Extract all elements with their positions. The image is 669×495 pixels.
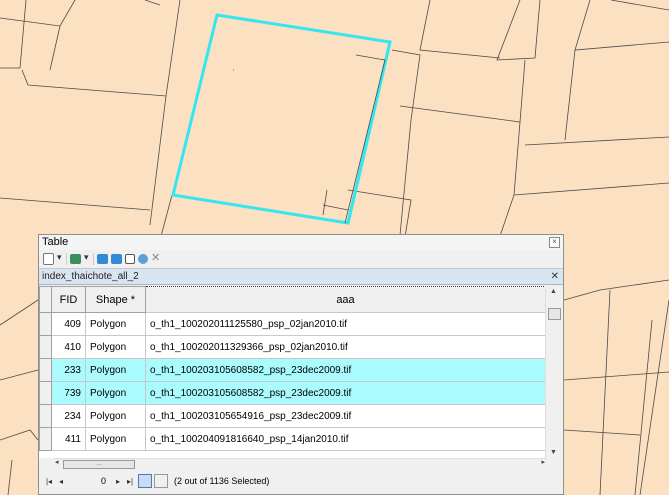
previous-record-icon[interactable]: ◂ xyxy=(55,477,67,486)
table-row[interactable]: 234 Polygon o_th1_100203105654916_psp_23de… xyxy=(39,404,546,428)
table-statusbar: |◂ ◂ 0 ▸ ▸| (2 out of 1136 Selected) xyxy=(39,471,563,491)
scroll-right-icon[interactable]: ▸ xyxy=(541,458,545,466)
row-selector[interactable] xyxy=(39,312,52,336)
cell-fid: 234 xyxy=(51,404,86,428)
scroll-thumb[interactable] xyxy=(548,308,561,320)
scroll-left-icon[interactable]: ◂ xyxy=(55,458,59,466)
show-all-records-icon[interactable] xyxy=(138,474,152,488)
cell-shape: Polygon xyxy=(85,358,146,382)
close-icon[interactable]: ✕ xyxy=(551,269,559,284)
table-row[interactable]: 411 Polygon o_th1_100204091816640_psp_14ja… xyxy=(39,427,546,451)
cell-aaa: o_th1_100202011329366_psp_02jan2010.tif xyxy=(145,335,546,359)
selection-status: (2 out of 1136 Selected) xyxy=(174,476,270,486)
cell-fid: 411 xyxy=(51,427,86,451)
show-selected-records-icon[interactable] xyxy=(154,474,168,488)
scroll-thumb-horizontal[interactable]: … xyxy=(63,460,135,469)
layer-tab-label: index_thaichote_all_2 xyxy=(42,271,139,282)
row-selector-header[interactable] xyxy=(39,286,52,313)
first-record-icon[interactable]: |◂ xyxy=(43,477,55,486)
cell-shape: Polygon xyxy=(85,335,146,359)
column-header-shape[interactable]: Shape * xyxy=(85,286,146,313)
cell-aaa: o_th1_100203105608582_psp_23dec2009.tif xyxy=(145,358,546,382)
zoom-to-selected-icon[interactable] xyxy=(138,254,148,264)
switch-selection-icon[interactable] xyxy=(111,254,122,264)
chevron-down-icon[interactable] xyxy=(84,252,90,263)
row-selector[interactable] xyxy=(39,358,52,382)
scroll-down-icon[interactable]: ▼ xyxy=(550,449,557,456)
select-by-attributes-icon[interactable] xyxy=(97,254,108,264)
row-selector[interactable] xyxy=(39,404,52,428)
cell-shape: Polygon xyxy=(85,312,146,336)
cell-fid: 739 xyxy=(51,381,86,405)
cell-shape: Polygon xyxy=(85,427,146,451)
attribute-grid: FID Shape * aaa 409 Polygon o_th1_10020201… xyxy=(39,286,563,458)
table-window-titlebar[interactable]: Table × xyxy=(39,235,563,250)
window-close-icon[interactable]: × xyxy=(549,237,560,248)
cell-fid: 233 xyxy=(51,358,86,382)
delete-selected-icon[interactable]: ✕ xyxy=(151,253,161,265)
attribute-table: FID Shape * aaa 409 Polygon o_th1_10020201… xyxy=(39,286,546,451)
table-row[interactable]: 409 Polygon o_th1_100202011125580_psp_02ja… xyxy=(39,312,546,336)
chevron-down-icon[interactable] xyxy=(57,252,63,263)
table-window-title: Table xyxy=(42,236,69,248)
last-record-icon[interactable]: ▸| xyxy=(124,477,136,486)
column-header-aaa[interactable]: aaa xyxy=(145,286,546,313)
table-row[interactable]: 739 Polygon o_th1_100203105608582_psp_23de… xyxy=(39,381,546,405)
cell-aaa: o_th1_100204091816640_psp_14jan2010.tif xyxy=(145,427,546,451)
cell-shape: Polygon xyxy=(85,404,146,428)
cell-aaa: o_th1_100203105654916_psp_23dec2009.tif xyxy=(145,404,546,428)
table-toolbar: ✕ xyxy=(39,250,563,268)
related-tables-icon[interactable] xyxy=(70,254,81,264)
next-record-icon[interactable]: ▸ xyxy=(112,477,124,486)
cell-aaa: o_th1_100202011125580_psp_02jan2010.tif xyxy=(145,312,546,336)
cell-fid: 409 xyxy=(51,312,86,336)
horizontal-scrollbar[interactable]: ◂ … ▸ xyxy=(53,458,547,469)
cell-aaa: o_th1_100203105608582_psp_23dec2009.tif xyxy=(145,381,546,405)
vertical-scrollbar[interactable]: ▲ ▼ xyxy=(545,286,563,458)
table-options-icon[interactable] xyxy=(43,253,54,265)
clear-selection-icon[interactable] xyxy=(125,254,135,264)
attribute-table-window: Table × ✕ index_thaichote_all_2 ✕ FID Sh xyxy=(38,234,564,495)
cell-shape: Polygon xyxy=(85,381,146,405)
layer-tab[interactable]: index_thaichote_all_2 ✕ xyxy=(39,268,563,285)
table-header-row: FID Shape * aaa xyxy=(39,286,546,313)
table-row[interactable]: 410 Polygon o_th1_100202011329366_psp_02ja… xyxy=(39,335,546,359)
cell-fid: 410 xyxy=(51,335,86,359)
row-selector[interactable] xyxy=(39,381,52,405)
record-number-input[interactable]: 0 xyxy=(70,475,109,487)
scroll-up-icon[interactable]: ▲ xyxy=(550,288,557,295)
column-header-fid[interactable]: FID xyxy=(51,286,86,313)
row-selector[interactable] xyxy=(39,335,52,359)
table-row[interactable]: 233 Polygon o_th1_100203105608582_psp_23de… xyxy=(39,358,546,382)
row-selector[interactable] xyxy=(39,427,52,451)
